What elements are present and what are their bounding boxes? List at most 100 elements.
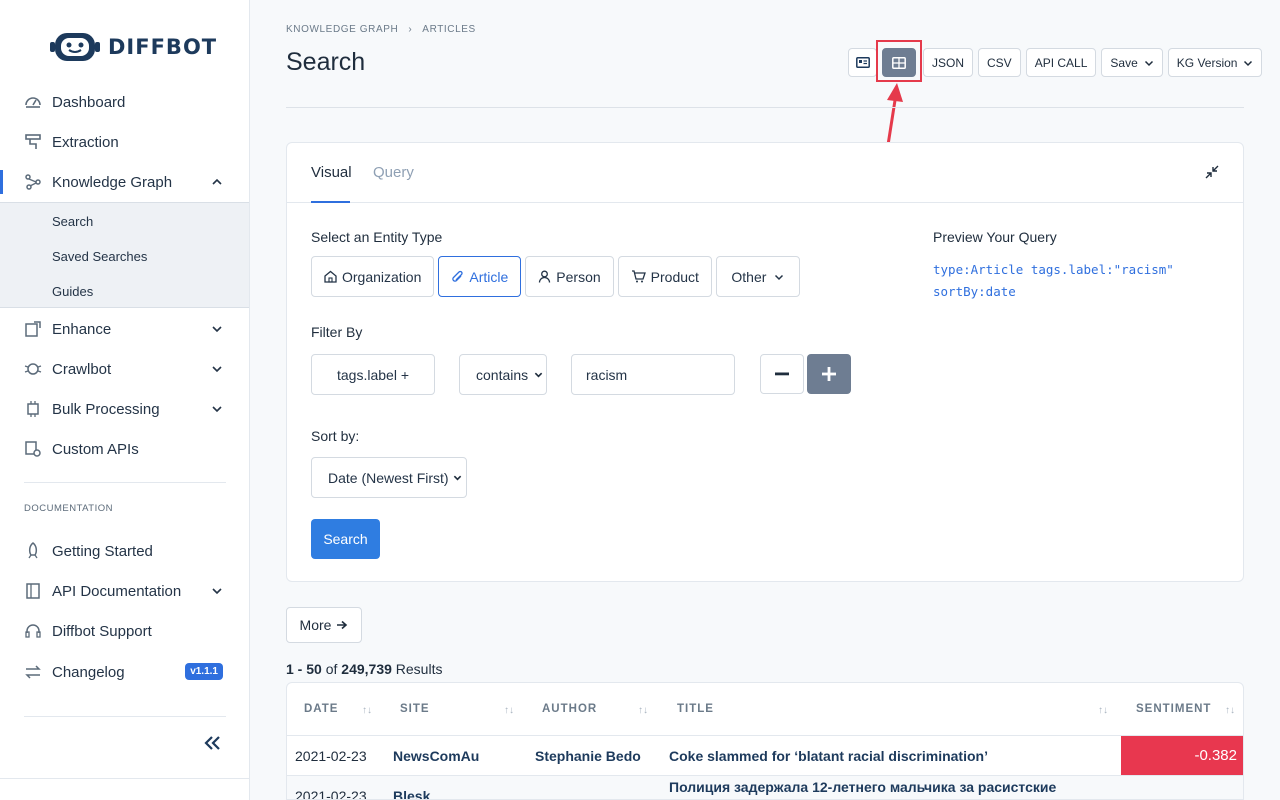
save-button[interactable]: Save — [1101, 48, 1163, 77]
api-call-button[interactable]: API CALL — [1025, 48, 1097, 77]
plus-icon — [822, 367, 836, 381]
entity-product-button[interactable]: Product — [617, 256, 712, 297]
chevron-down-icon[interactable] — [211, 403, 223, 415]
sidebar-item-api-documentation[interactable]: API Documentation — [0, 573, 249, 609]
search-button[interactable]: Search — [311, 519, 380, 559]
dashboard-icon — [24, 93, 42, 111]
sidebar: DIFFBOT Dashboard Extraction Knowledge G… — [0, 0, 250, 800]
preview-query-label: Preview Your Query — [933, 229, 1057, 245]
cart-icon — [631, 270, 646, 283]
sidebar-item-crawlbot[interactable]: Crawlbot — [0, 351, 249, 387]
knowledge-graph-subnav: Search Saved Searches Guides — [0, 202, 249, 308]
entity-organization-button[interactable]: Organization — [311, 256, 435, 297]
kg-version-button[interactable]: KG Version — [1167, 48, 1263, 77]
sidebar-item-diffbot-support[interactable]: Diffbot Support — [0, 613, 249, 649]
headset-icon — [24, 622, 42, 640]
person-icon — [539, 270, 551, 283]
sidebar-item-enhance[interactable]: Enhance — [0, 311, 249, 347]
tab-visual[interactable]: Visual — [311, 164, 352, 181]
sort-arrows-icon[interactable]: ↑↓ — [638, 705, 648, 716]
column-header-title[interactable]: TITLE — [677, 703, 714, 715]
entity-label: Organization — [342, 268, 422, 285]
results-of: of — [325, 661, 338, 677]
json-button[interactable]: JSON — [923, 48, 974, 77]
cell-site[interactable]: NewsComAu — [393, 748, 479, 764]
chevron-up-icon[interactable] — [211, 176, 223, 188]
cell-title[interactable]: Полиция задержала 12-летнего мальчика за… — [669, 779, 1056, 795]
cell-site[interactable]: Blesk — [393, 788, 430, 799]
tab-query[interactable]: Query — [373, 164, 414, 181]
graph-icon — [24, 173, 42, 191]
column-header-site[interactable]: SITE — [400, 703, 430, 715]
sidebar-item-label: Bulk Processing — [52, 400, 160, 418]
minus-icon — [775, 372, 789, 376]
sidebar-item-label: Dashboard — [52, 93, 126, 111]
chevron-down-icon[interactable] — [211, 363, 223, 375]
entity-other-dropdown[interactable]: Other — [715, 256, 800, 297]
subnav-item-saved-searches[interactable]: Saved Searches — [52, 249, 147, 264]
chevron-down-icon — [1244, 60, 1253, 66]
sort-arrows-icon[interactable]: ↑↓ — [504, 705, 514, 716]
breadcrumb: KNOWLEDGE GRAPH › ARTICLES — [286, 24, 476, 35]
sort-arrows-icon[interactable]: ↑↓ — [1225, 705, 1235, 716]
chevron-down-icon[interactable] — [211, 585, 223, 597]
breadcrumb-item[interactable]: KNOWLEDGE GRAPH — [286, 24, 398, 35]
operator-value: contains — [476, 366, 529, 383]
robot-logo-icon — [50, 33, 100, 61]
sidebar-item-label: Getting Started — [52, 542, 153, 560]
sidebar-item-label: Extraction — [52, 133, 119, 151]
results-total: 249,739 — [341, 661, 392, 677]
entity-article-button[interactable]: Article — [438, 256, 522, 297]
chevron-down-icon[interactable] — [211, 323, 223, 335]
card-view-button[interactable] — [848, 48, 877, 77]
save-label: Save — [1110, 55, 1138, 70]
sidebar-item-dashboard[interactable]: Dashboard — [0, 84, 249, 120]
sort-arrows-icon[interactable]: ↑↓ — [1098, 705, 1108, 716]
collapse-sidebar-icon[interactable] — [203, 733, 223, 753]
column-header-sentiment[interactable]: SENTIMENT — [1136, 703, 1211, 715]
table-row[interactable]: 2021-02-23 Blesk Полиция задержала 12-ле… — [287, 775, 1243, 799]
filter-operator-select[interactable]: contains — [459, 354, 547, 395]
annotation-highlight-box — [876, 40, 922, 82]
table-row[interactable]: 2021-02-23 NewsComAu Stephanie Bedo Coke… — [287, 735, 1243, 775]
csv-button[interactable]: CSV — [978, 48, 1021, 77]
remove-filter-button[interactable] — [760, 354, 804, 394]
annotation-arrow — [886, 83, 903, 146]
sort-select[interactable]: Date (Newest First) — [311, 457, 467, 498]
sort-arrows-icon[interactable]: ↑↓ — [362, 705, 372, 716]
sidebar-item-custom-apis[interactable]: Custom APIs — [0, 431, 249, 467]
filter-field-button[interactable]: tags.label + — [311, 354, 435, 395]
sidebar-item-getting-started[interactable]: Getting Started — [0, 533, 249, 569]
more-button[interactable]: More — [286, 607, 362, 643]
cell-title[interactable]: Coke slammed for ‘blatant racial discrim… — [669, 748, 988, 764]
minimize-icon[interactable] — [1205, 165, 1219, 179]
sidebar-item-label: Changelog — [52, 663, 125, 681]
chevron-down-icon — [534, 372, 543, 378]
diffbot-logo[interactable]: DIFFBOT — [50, 30, 217, 64]
column-header-date[interactable]: DATE — [304, 703, 338, 715]
subnav-item-guides[interactable]: Guides — [52, 284, 93, 299]
sidebar-divider — [0, 778, 249, 779]
breadcrumb-item[interactable]: ARTICLES — [422, 24, 476, 35]
entity-label: Person — [556, 268, 601, 285]
documentation-section-label: DOCUMENTATION — [24, 503, 114, 514]
sidebar-item-knowledge-graph[interactable]: Knowledge Graph — [0, 164, 249, 200]
add-filter-button[interactable] — [807, 354, 851, 394]
chevron-down-icon — [1144, 60, 1153, 66]
filter-value-input[interactable]: racism — [571, 354, 735, 395]
sidebar-item-label: Crawlbot — [52, 360, 112, 378]
more-label: More — [299, 617, 332, 633]
sidebar-item-changelog[interactable]: Changelog v1.1.1 — [0, 654, 249, 690]
results-count: 1 - 50 of 249,739 Results — [286, 661, 442, 677]
entity-type-selector: Organization Article Person Product Othe… — [311, 256, 800, 297]
subnav-item-search[interactable]: Search — [52, 214, 93, 229]
entity-person-button[interactable]: Person — [525, 256, 614, 297]
sidebar-item-bulk-processing[interactable]: Bulk Processing — [0, 391, 249, 427]
breadcrumb-separator-icon: › — [408, 24, 413, 35]
cell-author[interactable]: Stephanie Bedo — [535, 748, 641, 764]
preview-query-code: type:Article tags.label:"racism" sortBy:… — [933, 259, 1174, 303]
preview-query-line: sortBy:date — [933, 284, 1016, 299]
arrow-right-icon — [337, 620, 348, 630]
column-header-author[interactable]: AUTHOR — [542, 703, 597, 715]
sidebar-item-extraction[interactable]: Extraction — [0, 124, 249, 160]
